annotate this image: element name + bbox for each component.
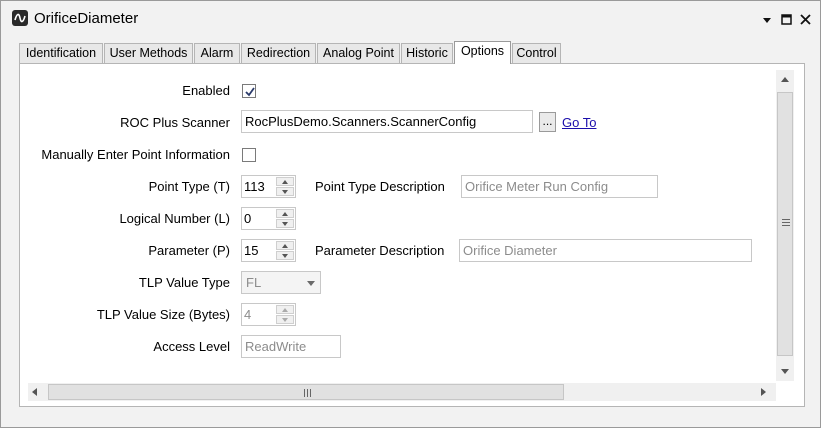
tab-options[interactable]: Options (454, 41, 511, 64)
close-icon[interactable] (797, 10, 813, 28)
logical-number-value: 0 (244, 211, 252, 226)
window: OrificeDiameter Identification User Meth… (0, 0, 821, 428)
scroll-up-icon[interactable] (781, 77, 789, 82)
tlp-value-type-select[interactable]: FL (241, 271, 321, 294)
waveform-icon (12, 10, 28, 26)
point-type-description-field[interactable]: Orifice Meter Run Config (461, 175, 658, 198)
tlp-value-size-spin-arrows[interactable] (276, 305, 294, 324)
tlp-value-type-label: TLP Value Type (138, 275, 230, 290)
spin-down-icon[interactable] (276, 219, 294, 228)
tlp-value-size-label: TLP Value Size (Bytes) (96, 307, 230, 322)
tab-redirection[interactable]: Redirection (241, 43, 316, 63)
spin-down-icon[interactable] (276, 315, 294, 324)
dropdown-icon[interactable] (759, 10, 775, 28)
tab-identification[interactable]: Identification (19, 43, 103, 63)
go-to-link[interactable]: Go To (562, 115, 596, 130)
vertical-scrollbar[interactable] (776, 70, 794, 381)
tlp-value-size-value: 4 (244, 307, 252, 322)
window-title: OrificeDiameter (34, 10, 139, 27)
point-type-spin-arrows[interactable] (276, 177, 294, 196)
scroll-right-icon[interactable] (761, 388, 766, 396)
scroll-down-icon[interactable] (781, 369, 789, 374)
horizontal-scroll-thumb[interactable] (48, 384, 564, 400)
spin-up-icon[interactable] (276, 177, 294, 186)
spin-down-icon[interactable] (276, 251, 294, 260)
chevron-down-icon (307, 281, 315, 286)
spin-up-icon[interactable] (276, 241, 294, 250)
logical-number-label: Logical Number (L) (119, 211, 230, 226)
point-type-label: Point Type (T) (148, 179, 230, 194)
spin-up-icon[interactable] (276, 305, 294, 314)
parameter-label: Parameter (P) (148, 243, 230, 258)
point-type-spinner[interactable]: 113 (241, 175, 296, 198)
scroll-left-icon[interactable] (32, 388, 37, 396)
roc-plus-scanner-label: ROC Plus Scanner (120, 115, 230, 130)
browse-button[interactable]: ... (539, 112, 556, 132)
tab-control[interactable]: Control (512, 43, 561, 63)
point-type-value: 113 (244, 179, 265, 194)
logical-number-spinner[interactable]: 0 (241, 207, 296, 230)
tlp-value-size-spinner[interactable]: 4 (241, 303, 296, 326)
spin-down-icon[interactable] (276, 187, 294, 196)
manual-entry-label: Manually Enter Point Information (41, 147, 230, 162)
title-bar: OrificeDiameter (1, 1, 820, 39)
horizontal-scrollbar[interactable] (28, 383, 776, 401)
parameter-description-field[interactable]: Orifice Diameter (459, 239, 752, 262)
maximize-icon[interactable] (778, 10, 794, 28)
parameter-spinner[interactable]: 15 (241, 239, 296, 262)
access-level-label: Access Level (153, 339, 230, 354)
access-level-field[interactable]: ReadWrite (241, 335, 341, 358)
logical-number-spin-arrows[interactable] (276, 209, 294, 228)
tab-analog-point[interactable]: Analog Point (317, 43, 400, 63)
vertical-scroll-thumb[interactable] (777, 92, 793, 356)
roc-plus-scanner-field[interactable]: RocPlusDemo.Scanners.ScannerConfig (241, 110, 533, 133)
parameter-value: 15 (244, 243, 259, 258)
enabled-checkbox[interactable] (242, 84, 256, 98)
manual-entry-checkbox[interactable] (242, 148, 256, 162)
tab-historic[interactable]: Historic (401, 43, 453, 63)
parameter-description-label: Parameter Description (315, 243, 445, 258)
tab-user-methods[interactable]: User Methods (104, 43, 193, 63)
parameter-spin-arrows[interactable] (276, 241, 294, 260)
spin-up-icon[interactable] (276, 209, 294, 218)
tab-alarm[interactable]: Alarm (194, 43, 240, 63)
enabled-label: Enabled (182, 83, 230, 98)
point-type-description-label: Point Type Description (315, 179, 445, 194)
tlp-value-type-value: FL (246, 275, 262, 290)
